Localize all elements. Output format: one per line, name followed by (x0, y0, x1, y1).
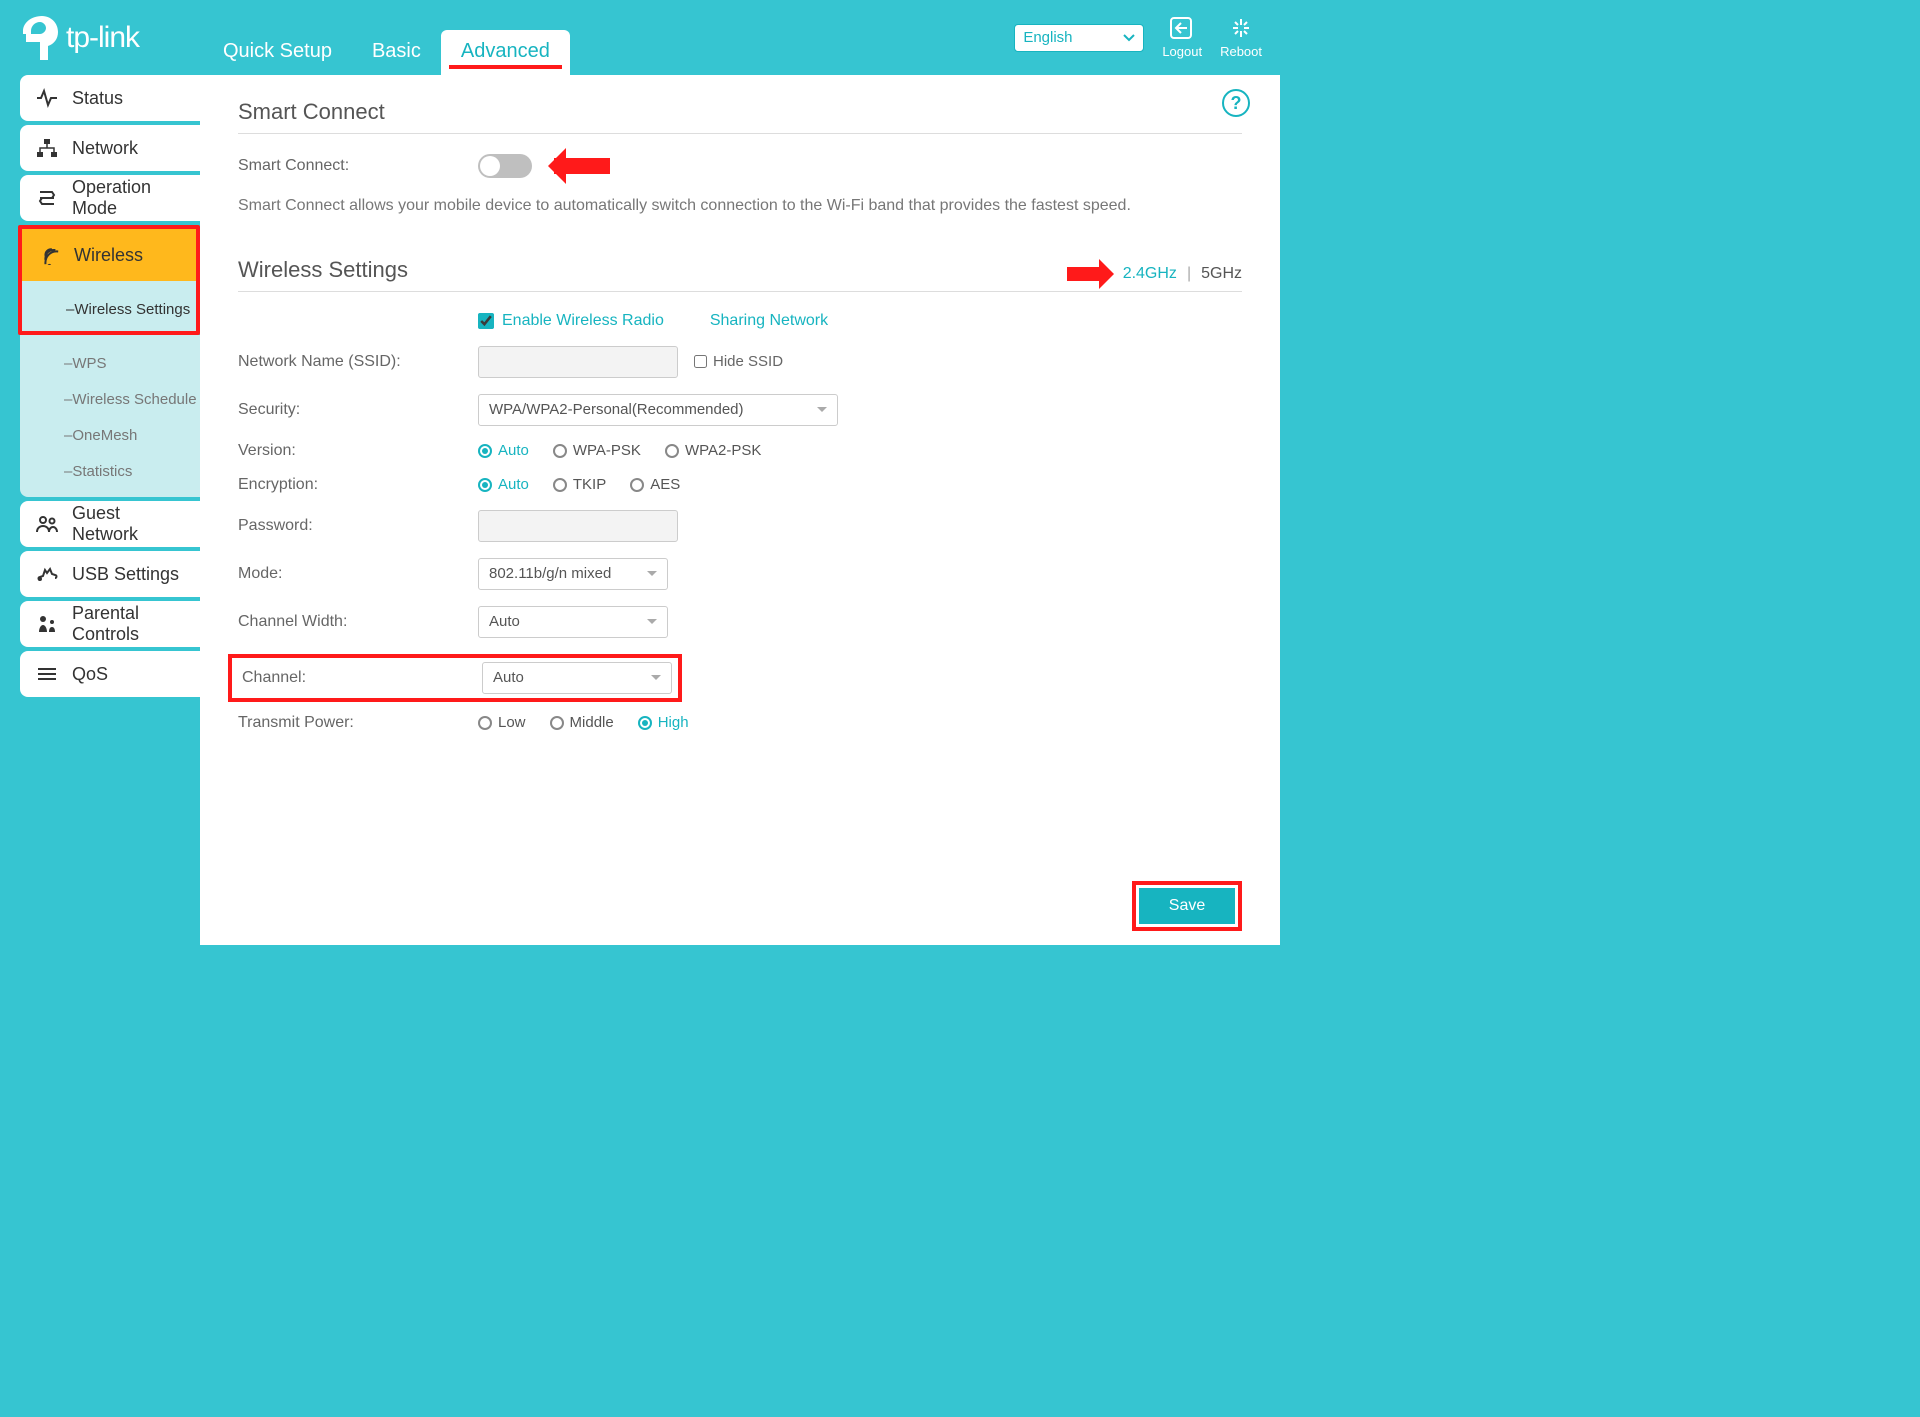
txpower-high-radio[interactable]: High (638, 714, 689, 731)
encryption-auto-radio[interactable]: Auto (478, 476, 529, 493)
mode-label: Mode: (238, 565, 478, 583)
transmit-power-label: Transmit Power: (238, 714, 478, 732)
version-label: Version: (238, 442, 478, 460)
ssid-input[interactable] (478, 346, 678, 378)
content-panel: ? Smart Connect Smart Connect: Smart Con… (200, 75, 1280, 945)
enable-wireless-radio-checkbox[interactable]: Enable Wireless Radio (478, 312, 664, 330)
security-select[interactable]: WPA/WPA2-Personal(Recommended) (478, 394, 838, 426)
sidebar-item-parental-controls[interactable]: Parental Controls (20, 601, 200, 647)
encryption-aes-radio[interactable]: AES (630, 476, 680, 493)
logout-icon (1169, 16, 1195, 40)
version-wpa2-radio[interactable]: WPA2-PSK (665, 442, 761, 459)
tab-quick-setup[interactable]: Quick Setup (203, 30, 352, 75)
sidebar-item-status[interactable]: Status (20, 75, 200, 121)
hide-ssid-checkbox[interactable]: Hide SSID (694, 353, 783, 370)
version-wpa-radio[interactable]: WPA-PSK (553, 442, 641, 459)
channel-width-select[interactable]: Auto (478, 606, 668, 638)
logout-button[interactable]: Logout (1162, 16, 1202, 59)
smart-connect-description: Smart Connect allows your mobile device … (238, 194, 1242, 219)
channel-select[interactable]: Auto (482, 662, 672, 694)
password-label: Password: (238, 517, 478, 535)
annotation-highlight-save: Save (1132, 881, 1242, 931)
tplink-logo-icon (18, 16, 58, 60)
language-select[interactable]: English (1014, 24, 1144, 52)
ssid-label: Network Name (SSID): (238, 353, 478, 371)
security-label: Security: (238, 401, 478, 419)
sidebar-item-qos[interactable]: QoS (20, 651, 200, 697)
section-title-wireless-settings: Wireless Settings 2.4GHz | 5GHz (238, 257, 1242, 292)
sidebar-sub-wireless-schedule[interactable]: – Wireless Schedule (20, 381, 200, 417)
smart-connect-label: Smart Connect: (238, 157, 478, 175)
encryption-label: Encryption: (238, 476, 478, 494)
version-auto-radio[interactable]: Auto (478, 442, 529, 459)
tab-basic[interactable]: Basic (352, 30, 441, 75)
chevron-down-icon (1123, 34, 1135, 42)
channel-label: Channel: (242, 669, 482, 687)
sidebar-sub-wps[interactable]: – WPS (20, 345, 200, 381)
band-tab-5ghz[interactable]: 5GHz (1201, 265, 1242, 283)
usb-icon (36, 564, 58, 584)
sidebar-item-guest-network[interactable]: Guest Network (20, 501, 200, 547)
qos-icon (36, 664, 58, 684)
sidebar-item-network[interactable]: Network (20, 125, 200, 171)
tab-advanced[interactable]: Advanced (441, 30, 570, 75)
brand-logo: tp-link (18, 16, 203, 60)
annotation-arrow-toggle (554, 158, 610, 174)
txpower-low-radio[interactable]: Low (478, 714, 526, 731)
sidebar-sub-onemesh[interactable]: – OneMesh (20, 417, 200, 453)
parental-icon (36, 614, 58, 634)
mode-select[interactable]: 802.11b/g/n mixed (478, 558, 668, 590)
save-button[interactable]: Save (1139, 888, 1235, 924)
sidebar: Status Network Operation Mode Wireless –… (0, 75, 200, 945)
network-icon (36, 138, 58, 158)
brand-text: tp-link (66, 21, 139, 55)
sidebar-sub-statistics[interactable]: – Statistics (20, 453, 200, 489)
password-input[interactable] (478, 510, 678, 542)
sidebar-item-wireless[interactable]: Wireless (22, 229, 196, 281)
encryption-tkip-radio[interactable]: TKIP (553, 476, 606, 493)
sidebar-item-operation-mode[interactable]: Operation Mode (20, 175, 200, 221)
annotation-arrow-band (1067, 267, 1107, 281)
channel-width-label: Channel Width: (238, 613, 478, 631)
band-tab-24ghz[interactable]: 2.4GHz (1123, 265, 1177, 283)
pulse-icon (36, 88, 58, 108)
txpower-middle-radio[interactable]: Middle (550, 714, 614, 731)
smart-connect-toggle[interactable] (478, 154, 532, 178)
annotation-highlight-wireless: Wireless – Wireless Settings (18, 225, 200, 335)
sidebar-item-usb-settings[interactable]: USB Settings (20, 551, 200, 597)
operation-mode-icon (36, 188, 58, 208)
wifi-icon (38, 245, 60, 265)
annotation-highlight-channel: Channel: Auto (228, 654, 682, 702)
reboot-icon (1228, 16, 1254, 40)
reboot-button[interactable]: Reboot (1220, 16, 1262, 59)
guest-icon (36, 514, 58, 534)
sidebar-sub-wireless-settings[interactable]: – Wireless Settings (22, 291, 196, 327)
section-title-smart-connect: Smart Connect (238, 99, 1242, 134)
sharing-network-link[interactable]: Sharing Network (710, 312, 828, 330)
